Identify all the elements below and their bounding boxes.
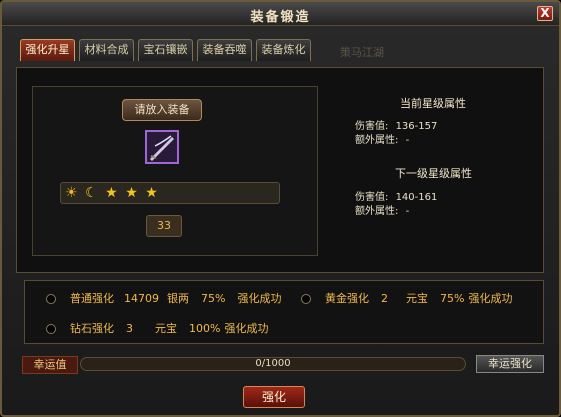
radio-gold[interactable] <box>301 294 311 304</box>
option-amount: 3 <box>126 322 133 335</box>
material-count: 33 <box>146 215 182 237</box>
luck-enhance-button[interactable]: 幸运强化 <box>476 355 544 373</box>
window-title: 装备锻造 <box>250 10 311 25</box>
equipment-slot[interactable] <box>145 130 179 164</box>
next-attr-heading: 下一级星级属性 <box>395 167 472 180</box>
option-diamond-enhance[interactable]: 钻石强化 3 元宝 100% 强化成功 <box>46 320 268 336</box>
put-equipment-label: 请放入装备 <box>122 99 202 121</box>
option-name: 钻石强化 <box>70 322 114 335</box>
tab-gem-inlay[interactable]: 宝石镶嵌 <box>138 39 193 61</box>
tab-enhance-star[interactable]: 强化升星 <box>20 39 75 61</box>
option-rate: 75% <box>440 292 465 305</box>
tab-equipment-devour[interactable]: 装备吞噬 <box>197 39 252 61</box>
option-result: 强化成功 <box>224 322 269 335</box>
tab-equipment-refine[interactable]: 装备炼化 <box>256 39 311 61</box>
next-extra-row: 额外属性: - <box>355 202 409 217</box>
tab-material-synthesis[interactable]: 材料合成 <box>79 39 134 61</box>
star-icon: ★ <box>125 185 138 201</box>
faded-tab-label: 策马江湖 <box>340 46 384 59</box>
option-amount: 2 <box>381 292 388 305</box>
option-normal-enhance[interactable]: 普通强化 14709 银两 75% 强化成功 <box>46 290 281 306</box>
option-name: 黄金强化 <box>325 292 369 305</box>
star-icon: ★ <box>145 185 158 201</box>
current-extra-row: 额外属性: - <box>355 131 409 146</box>
current-extra-label: 额外属性: <box>355 135 399 146</box>
sword-icon <box>147 132 177 162</box>
sun-icon: ☀ <box>65 185 78 201</box>
option-amount: 14709 <box>124 292 159 305</box>
title-bar[interactable]: 装备锻造 X <box>2 2 559 26</box>
option-currency: 银两 <box>167 292 189 305</box>
option-result: 强化成功 <box>468 292 513 305</box>
luck-progress-bar: 0/1000 <box>80 357 466 371</box>
next-damage-row: 伤害值: 140-161 <box>355 188 437 203</box>
option-gold-enhance[interactable]: 黄金强化 2 元宝 75% 强化成功 <box>301 290 512 306</box>
option-result: 强化成功 <box>237 292 282 305</box>
option-rate: 100% <box>189 322 221 335</box>
next-extra-label: 额外属性: <box>355 206 399 217</box>
option-name: 普通强化 <box>70 292 114 305</box>
radio-normal[interactable] <box>46 294 56 304</box>
star-icon: ★ <box>105 185 118 201</box>
next-extra-value: - <box>405 206 410 217</box>
star-level-bar: ☀ ☾ ★ ★ ★ <box>60 182 280 204</box>
option-rate: 75% <box>201 292 226 305</box>
option-currency: 元宝 <box>406 292 428 305</box>
radio-diamond[interactable] <box>46 324 56 334</box>
close-button[interactable]: X <box>537 6 553 21</box>
luck-progress-text: 0/1000 <box>255 358 291 369</box>
moon-icon: ☾ <box>85 185 98 201</box>
current-extra-value: - <box>405 135 410 146</box>
current-attr-heading: 当前星级属性 <box>400 97 466 110</box>
current-damage-row: 伤害值: 136-157 <box>355 117 437 132</box>
luck-label: 幸运值 <box>22 356 78 374</box>
option-currency: 元宝 <box>155 322 177 335</box>
enhance-button[interactable]: 强化 <box>243 386 305 408</box>
